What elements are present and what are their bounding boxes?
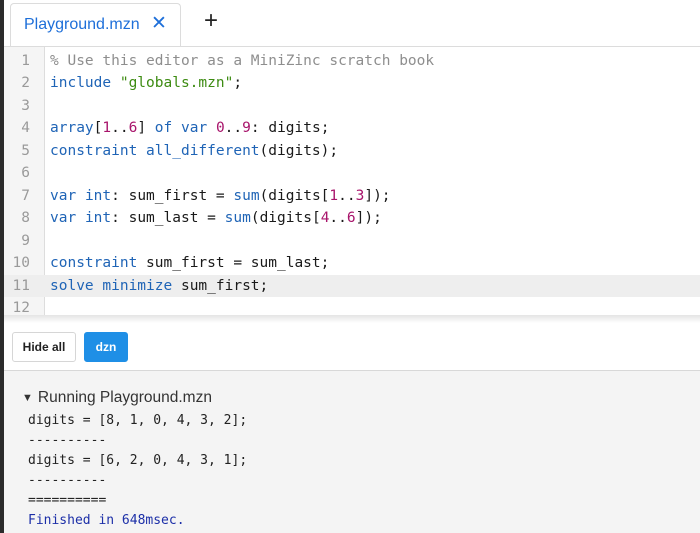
output-line: ---------- bbox=[28, 433, 107, 448]
code-token: (digits); bbox=[259, 142, 339, 159]
code-token: sum_first; bbox=[172, 277, 269, 294]
code-token: ]); bbox=[364, 187, 391, 204]
code-token: var bbox=[50, 210, 77, 226]
code-token: constraint bbox=[50, 142, 138, 159]
code-token: (digits[ bbox=[250, 210, 321, 226]
code-text[interactable]: array[1..6] of var 0..9: digits; bbox=[50, 117, 329, 140]
code-token: var bbox=[50, 187, 77, 204]
code-text[interactable]: constraint all_different(digits); bbox=[50, 140, 338, 163]
line-number: 9 bbox=[21, 232, 30, 249]
code-line[interactable]: 1 % Use this editor as a MiniZinc scratch… bbox=[4, 50, 700, 73]
output-line: digits = [6, 2, 0, 4, 3, 1]; bbox=[28, 453, 248, 468]
line-number: 10 bbox=[12, 255, 30, 271]
code-token: all_different bbox=[146, 142, 260, 159]
tab-bar: Playground.mzn ✕ + bbox=[4, 0, 700, 47]
code-line[interactable]: 7 var int: sum_first = sum(digits[1..3]); bbox=[4, 185, 700, 208]
code-line[interactable]: 6 bbox=[4, 162, 700, 185]
output-panel: ▼ Running Playground.mzn digits = [8, 1, … bbox=[4, 371, 700, 533]
code-token: solve bbox=[50, 277, 94, 294]
line-number: 5 bbox=[21, 142, 30, 159]
code-line[interactable]: 2 include "globals.mzn"; bbox=[4, 72, 700, 95]
code-token: 0 bbox=[215, 120, 225, 136]
line-number: 7 bbox=[21, 187, 30, 204]
code-line[interactable]: 9 bbox=[4, 230, 700, 253]
code-token: sum_first = sum_last; bbox=[137, 255, 330, 271]
code-token: of bbox=[154, 120, 173, 136]
code-line[interactable]: 4 array[1..6] of var 0..9: digits; bbox=[4, 117, 700, 140]
code-token: ]); bbox=[355, 210, 382, 226]
dzn-button[interactable]: dzn bbox=[84, 332, 128, 362]
line-number: 8 bbox=[21, 210, 30, 226]
line-number: 6 bbox=[21, 165, 30, 181]
collapse-triangle-icon[interactable]: ▼ bbox=[22, 392, 33, 404]
code-token: : sum_last = bbox=[111, 210, 225, 226]
code-line[interactable]: 5 constraint all_different(digits); bbox=[4, 140, 700, 163]
code-text[interactable]: constraint sum_first = sum_last; bbox=[50, 252, 329, 275]
code-line[interactable]: 3 bbox=[4, 95, 700, 118]
code-token: .. bbox=[338, 187, 356, 204]
code-token: "globals.mzn" bbox=[119, 75, 234, 91]
code-token: .. bbox=[224, 120, 243, 136]
code-token: sum bbox=[224, 210, 251, 226]
add-tab-button[interactable]: + bbox=[200, 9, 222, 33]
code-text[interactable]: include "globals.mzn"; bbox=[50, 72, 242, 95]
line-number: 4 bbox=[21, 120, 30, 136]
code-token: % Use this editor as a MiniZinc scratch … bbox=[50, 52, 435, 69]
code-token: ; bbox=[233, 75, 243, 91]
finished-status: Finished in 648msec. bbox=[28, 513, 185, 528]
code-token: 9 bbox=[242, 120, 251, 136]
code-token: minimize bbox=[102, 277, 173, 294]
hide-all-button[interactable]: Hide all bbox=[12, 332, 76, 362]
code-token: sum bbox=[233, 187, 260, 204]
code-text[interactable]: var int: sum_last = sum(digits[4..6]); bbox=[50, 207, 382, 230]
run-section-header[interactable]: ▼ Running Playground.mzn bbox=[22, 389, 212, 407]
code-token: ] bbox=[137, 120, 155, 136]
code-editor[interactable]: 1 % Use this editor as a MiniZinc scratch… bbox=[4, 47, 700, 316]
editor-bottom-shadow bbox=[4, 315, 700, 323]
code-token: constraint bbox=[50, 255, 138, 271]
output-line: ---------- bbox=[28, 473, 107, 488]
code-token: int bbox=[84, 210, 112, 226]
code-token: 1 bbox=[329, 187, 339, 204]
code-line[interactable]: 10 constraint sum_first = sum_last; bbox=[4, 252, 700, 275]
line-number: 2 bbox=[21, 75, 30, 91]
code-token: .. bbox=[329, 210, 347, 226]
line-number: 1 bbox=[21, 52, 30, 69]
tab-playground[interactable]: Playground.mzn ✕ bbox=[10, 3, 181, 46]
code-token: .. bbox=[111, 120, 129, 136]
code-line[interactable]: 11 solve minimize sum_first; bbox=[4, 274, 700, 298]
code-token: 1 bbox=[102, 120, 112, 136]
code-text[interactable]: var int: sum_first = sum(digits[1..3]); bbox=[50, 185, 391, 208]
code-line[interactable]: 8 var int: sum_last = sum(digits[4..6]); bbox=[4, 207, 700, 230]
code-text[interactable]: % Use this editor as a MiniZinc scratch … bbox=[50, 50, 434, 73]
code-token: : digits; bbox=[250, 120, 330, 136]
code-token: var bbox=[181, 120, 208, 136]
code-token: int bbox=[84, 187, 112, 204]
output-line: ========== bbox=[28, 493, 107, 508]
close-icon[interactable]: ✕ bbox=[151, 14, 167, 34]
code-token: include bbox=[50, 75, 112, 91]
code-token: array bbox=[50, 120, 94, 136]
line-number: 11 bbox=[4, 274, 30, 297]
tab-label[interactable]: Playground.mzn bbox=[24, 16, 140, 34]
code-text[interactable]: solve minimize sum_first; bbox=[50, 275, 268, 298]
run-title: Running Playground.mzn bbox=[37, 389, 212, 406]
code-token: (digits[ bbox=[259, 187, 330, 204]
code-token: 6 bbox=[346, 210, 356, 226]
code-token: : sum_first = bbox=[111, 187, 234, 204]
output-line: digits = [8, 1, 0, 4, 3, 2]; bbox=[28, 413, 248, 428]
line-number: 3 bbox=[21, 97, 30, 114]
